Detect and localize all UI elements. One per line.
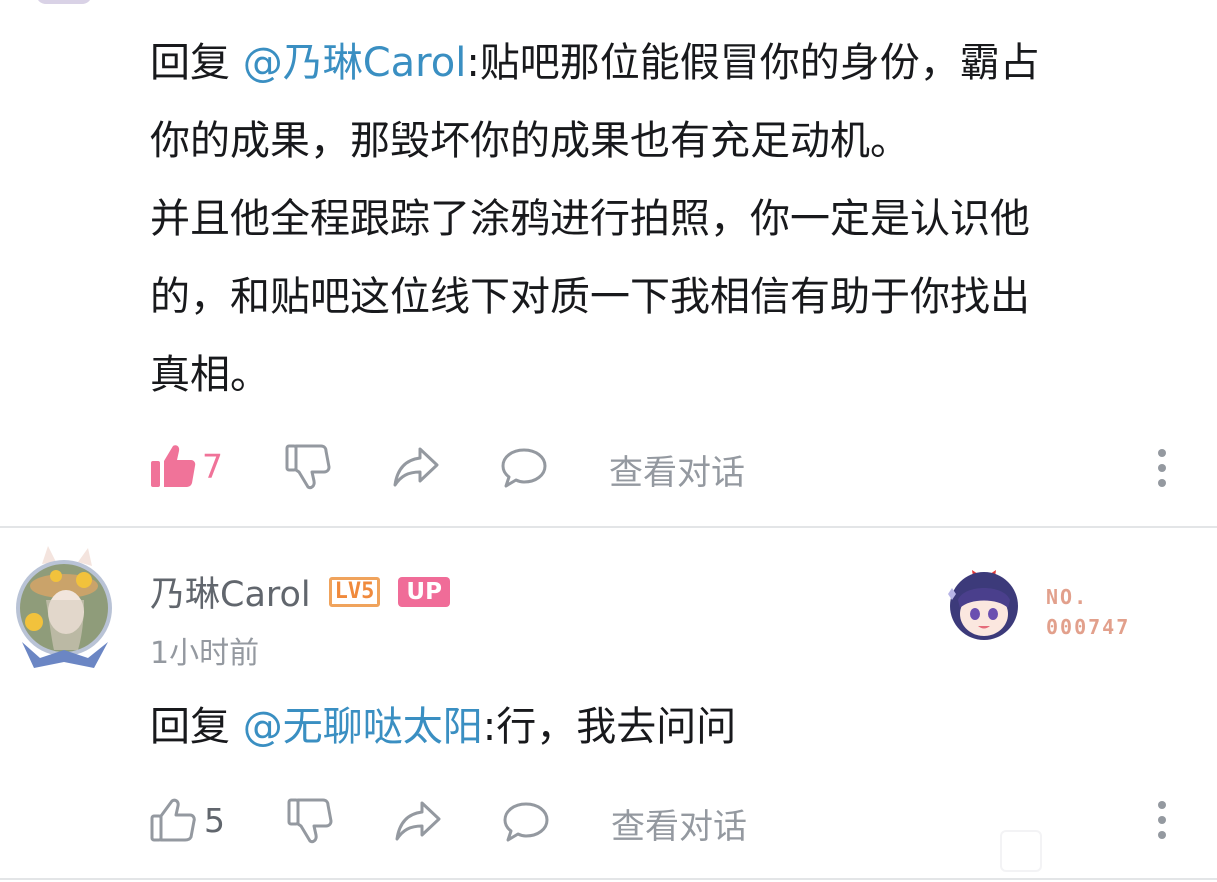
- avatar[interactable]: [12, 546, 116, 674]
- share-icon[interactable]: [394, 799, 442, 843]
- watermark-icon: [1000, 830, 1042, 872]
- user-header: 乃琳Carol LV5 UP: [150, 566, 450, 617]
- fan-badge-number: 000747: [1046, 615, 1131, 639]
- like-button[interactable]: 5: [150, 797, 225, 843]
- comment-icon[interactable]: [500, 447, 548, 489]
- comment-icon[interactable]: [502, 801, 550, 843]
- like-count: 5: [204, 800, 225, 840]
- comment-line: 回复 @乃琳Carol:贴吧那位能假冒你的身份，霸占: [150, 24, 1040, 102]
- share-icon[interactable]: [392, 445, 440, 489]
- comment-line: 真相。: [150, 352, 270, 398]
- comment-line: 并且他全程跟踪了涂鸦进行拍照，你一定是认识他: [150, 196, 1030, 242]
- fan-badge-label: NO.: [1046, 585, 1089, 609]
- like-button[interactable]: 7: [150, 443, 223, 489]
- view-dialog-link[interactable]: 查看对话: [609, 445, 745, 494]
- more-icon[interactable]: [1155, 800, 1169, 840]
- thumb-up-icon: [150, 443, 196, 489]
- thumb-down-icon[interactable]: [285, 443, 331, 491]
- up-badge: UP: [398, 576, 450, 607]
- comment-line: 你的成果，那毁坏你的成果也有充足动机。: [150, 118, 910, 164]
- mention-link[interactable]: @乃琳Carol: [243, 40, 467, 86]
- comment-body: 回复 @乃琳Carol:贴吧那位能假冒你的身份，霸占 你的成果，那毁坏你的成果也…: [150, 24, 1040, 414]
- level-badge: LV5: [328, 576, 381, 607]
- mention-link[interactable]: @无聊哒太阳: [243, 704, 483, 750]
- avatar-partial[interactable]: [36, 0, 92, 4]
- thumb-down-icon[interactable]: [287, 797, 333, 845]
- like-count: 7: [202, 446, 223, 486]
- comment-line: 的，和贴吧这位线下对质一下我相信有助于你找出: [150, 274, 1030, 320]
- comment-divider: [0, 526, 1217, 528]
- username[interactable]: 乃琳Carol: [150, 566, 311, 617]
- comment-divider: [0, 878, 1217, 880]
- comment-time: 1小时前: [150, 636, 260, 671]
- comment-text: :贴吧那位能假冒你的身份，霸占: [466, 40, 1040, 86]
- thumb-up-icon: [150, 797, 196, 843]
- reply-prefix: 回复: [150, 704, 243, 750]
- more-icon[interactable]: [1155, 448, 1169, 488]
- comment-text: :行，我去问问: [482, 704, 737, 750]
- fan-badge: NO. 000747: [942, 560, 1142, 650]
- view-dialog-link[interactable]: 查看对话: [611, 799, 747, 848]
- comment-body: 回复 @无聊哒太阳:行，我去问问: [150, 688, 736, 766]
- fan-badge-avatar: [942, 560, 1026, 646]
- reply-prefix: 回复: [150, 40, 243, 86]
